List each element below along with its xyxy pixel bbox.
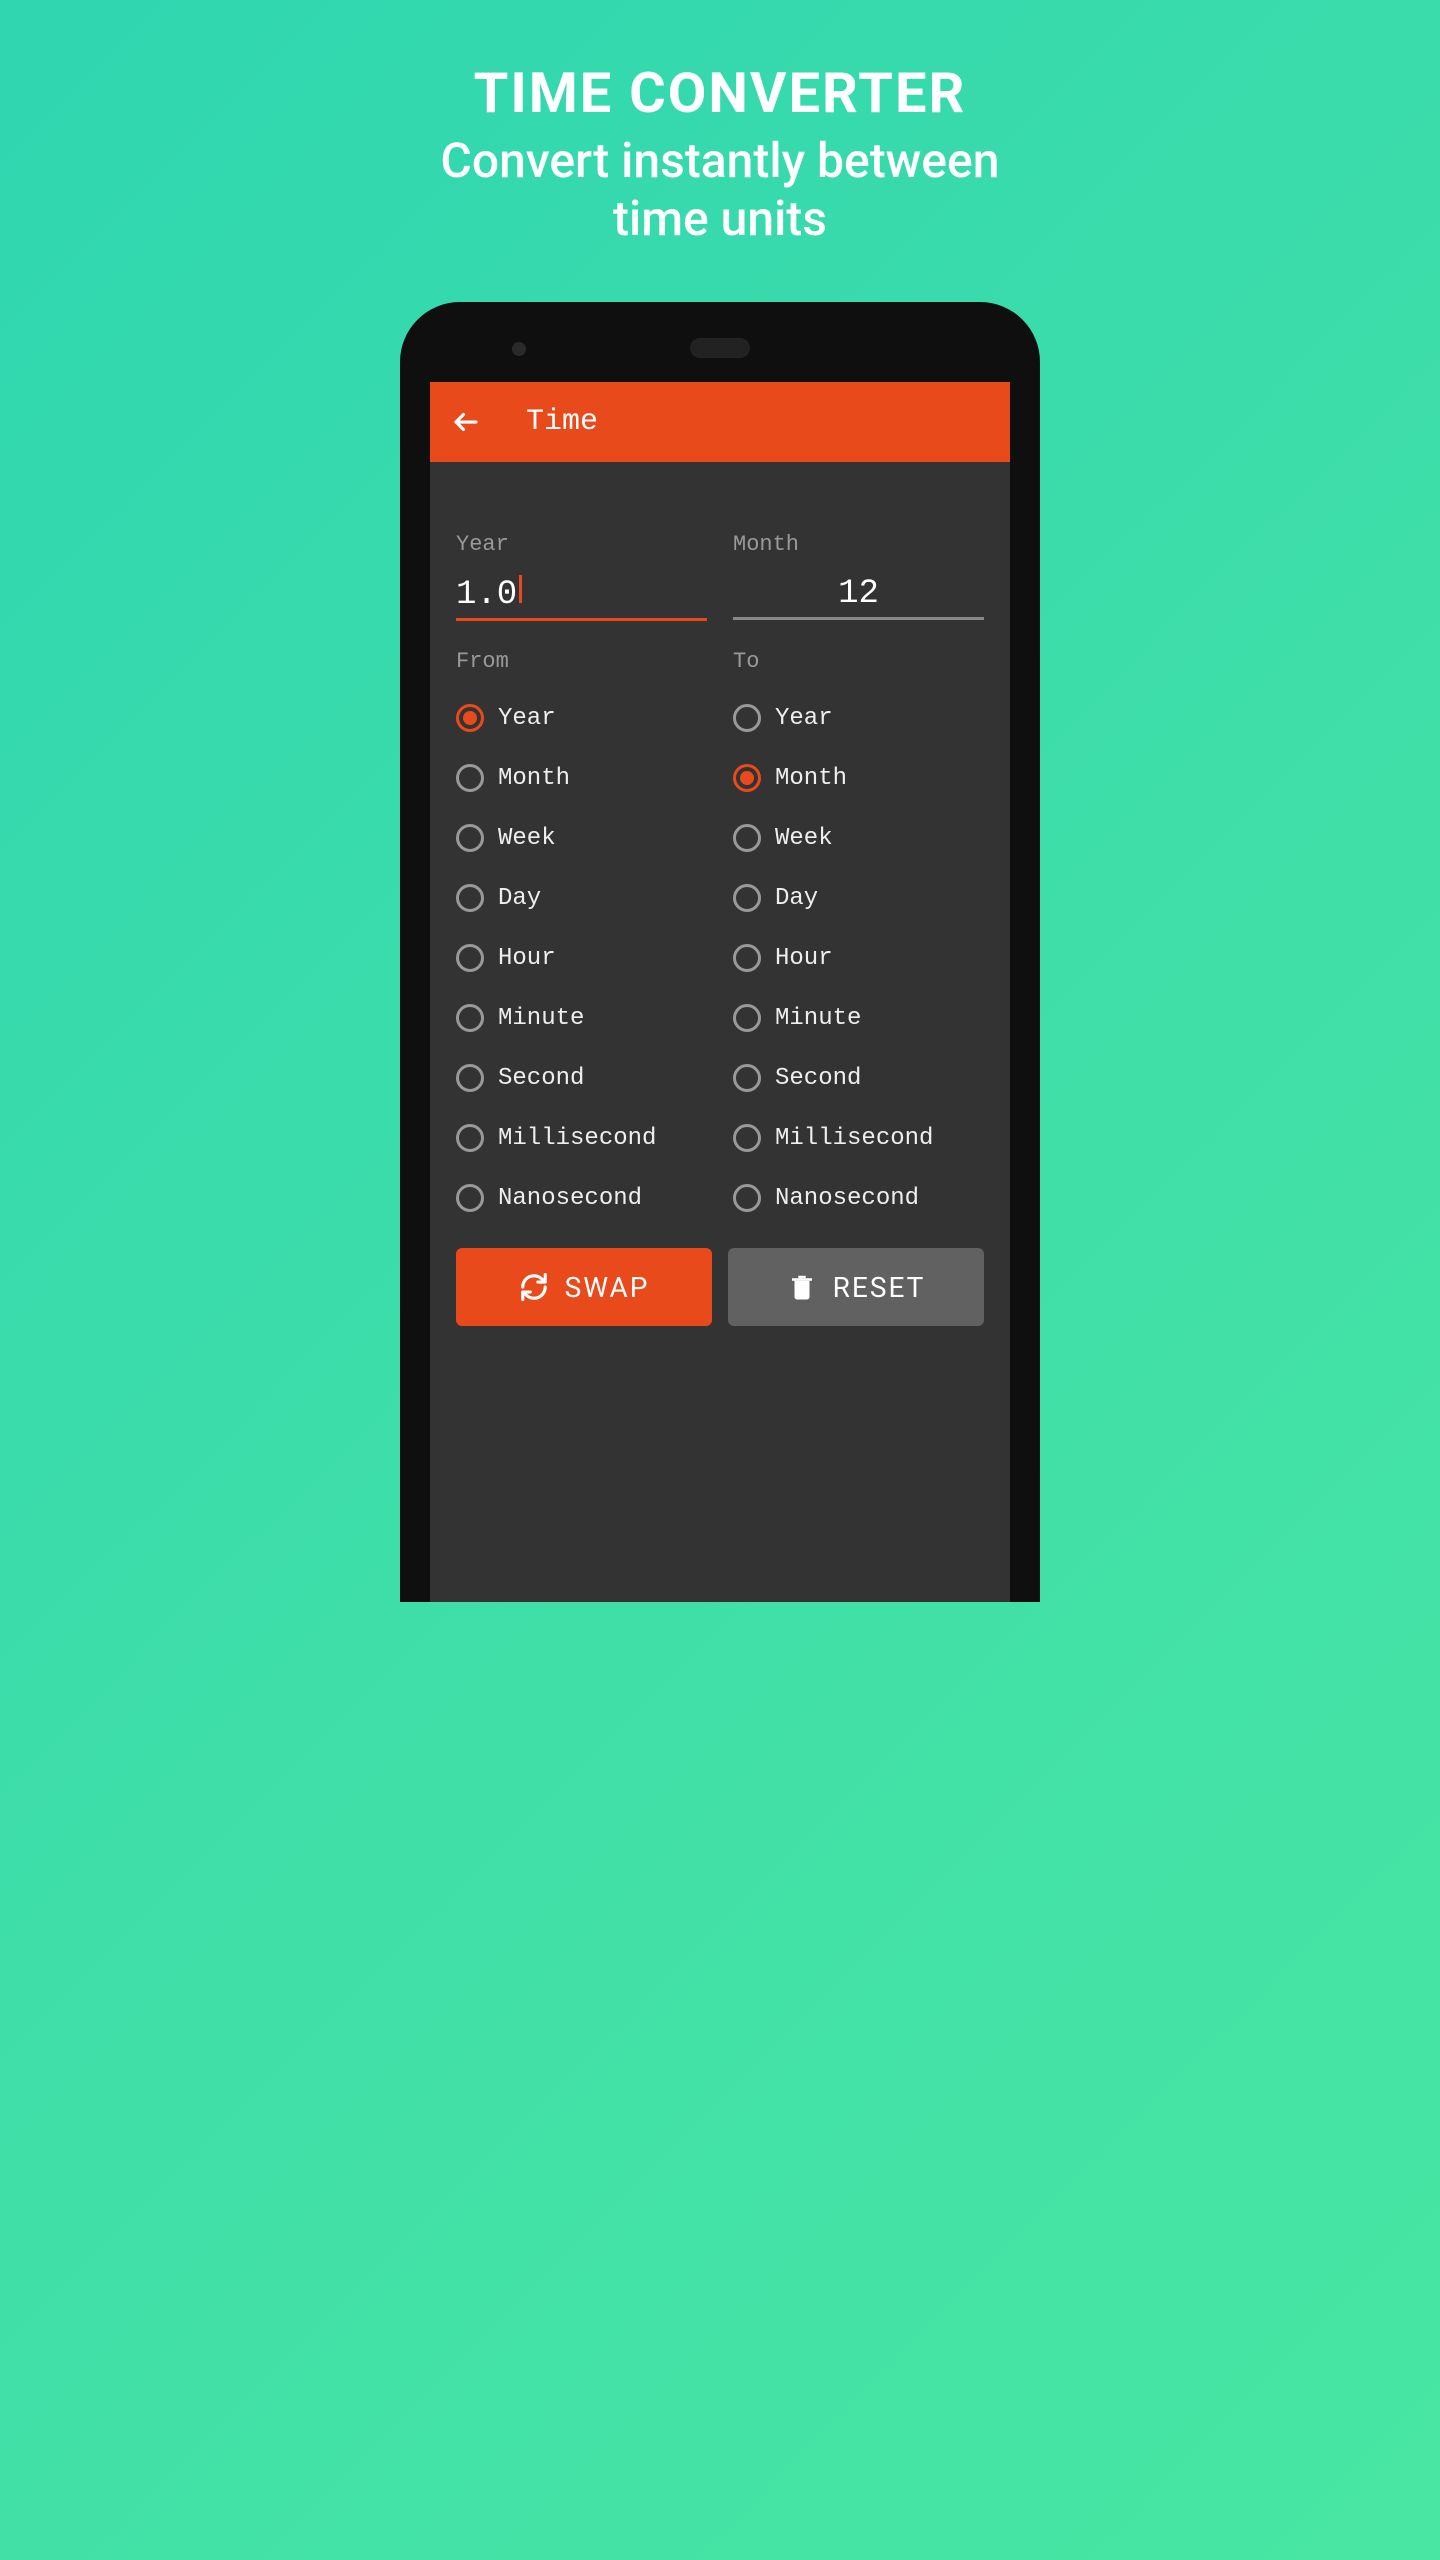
reset-button-label: RESET: [833, 1271, 926, 1304]
app-header: Time: [430, 382, 1010, 462]
radio-icon: [733, 884, 761, 912]
to-radio-list: Year Month Week Day Hour Minute Second Millisec…: [733, 688, 984, 1228]
promo-subtitle: Convert instantly between time units: [441, 132, 1000, 247]
to-field-label: Month: [733, 532, 984, 557]
from-heading: From: [456, 649, 707, 674]
button-row: SWAP RESET: [456, 1248, 984, 1326]
from-column: From Year Month Week Day Hour Minute Second Mil…: [456, 621, 707, 1228]
reset-button[interactable]: RESET: [728, 1248, 984, 1326]
promo-subtitle-line1: Convert instantly between: [441, 132, 1000, 189]
phone-frame: Time Year 1.0 Month 12: [400, 302, 1040, 1602]
from-radio-week[interactable]: Week: [456, 808, 707, 868]
swap-icon: [519, 1272, 549, 1302]
phone-camera: [512, 342, 526, 356]
radio-label: Nanosecond: [498, 1185, 642, 1212]
radio-label: Month: [498, 765, 570, 792]
from-radio-millisecond[interactable]: Millisecond: [456, 1108, 707, 1168]
content-area: Year 1.0 Month 12 From Year Month Week Day H…: [430, 462, 1010, 1346]
from-field-label: Year: [456, 532, 707, 557]
input-row: Year 1.0 Month 12: [456, 532, 984, 621]
phone-speaker: [690, 338, 750, 358]
from-radio-month[interactable]: Month: [456, 748, 707, 808]
radio-icon: [456, 1004, 484, 1032]
to-radio-minute[interactable]: Minute: [733, 988, 984, 1048]
radio-icon: [733, 1124, 761, 1152]
radio-label: Month: [775, 765, 847, 792]
radio-label: Year: [775, 705, 833, 732]
to-radio-month[interactable]: Month: [733, 748, 984, 808]
to-radio-day[interactable]: Day: [733, 868, 984, 928]
promo-subtitle-line2: time units: [613, 190, 827, 247]
arrow-left-icon: [451, 407, 481, 437]
from-field-column: Year 1.0: [456, 532, 707, 621]
back-button[interactable]: [448, 404, 484, 440]
radio-label: Nanosecond: [775, 1185, 919, 1212]
radio-icon: [733, 704, 761, 732]
to-input-value: 12: [733, 575, 984, 613]
radio-icon: [456, 1124, 484, 1152]
radio-label: Week: [775, 825, 833, 852]
radio-label: Hour: [775, 945, 833, 972]
from-input-wrap[interactable]: 1.0: [456, 575, 707, 621]
trash-icon: [787, 1272, 817, 1302]
to-radio-year[interactable]: Year: [733, 688, 984, 748]
radio-icon: [456, 1064, 484, 1092]
radio-label: Second: [498, 1065, 584, 1092]
to-field-column: Month 12: [733, 532, 984, 621]
to-radio-millisecond[interactable]: Millisecond: [733, 1108, 984, 1168]
radio-icon: [733, 764, 761, 792]
to-heading: To: [733, 649, 984, 674]
to-column: To Year Month Week Day Hour Minute Second Milli…: [733, 621, 984, 1228]
from-input-value[interactable]: 1.0: [456, 576, 517, 614]
from-radio-second[interactable]: Second: [456, 1048, 707, 1108]
radio-icon: [456, 824, 484, 852]
radio-icon: [456, 764, 484, 792]
swap-button-label: SWAP: [565, 1271, 650, 1304]
to-radio-second[interactable]: Second: [733, 1048, 984, 1108]
radio-icon: [733, 1004, 761, 1032]
radio-icon: [456, 1184, 484, 1212]
swap-button[interactable]: SWAP: [456, 1248, 712, 1326]
radio-icon: [456, 944, 484, 972]
from-radio-minute[interactable]: Minute: [456, 988, 707, 1048]
radio-icon: [733, 1184, 761, 1212]
radio-label: Minute: [775, 1005, 861, 1032]
to-radio-week[interactable]: Week: [733, 808, 984, 868]
unit-columns: From Year Month Week Day Hour Minute Second Mil…: [456, 621, 984, 1228]
from-radio-year[interactable]: Year: [456, 688, 707, 748]
from-radio-hour[interactable]: Hour: [456, 928, 707, 988]
radio-icon: [456, 884, 484, 912]
radio-icon: [456, 704, 484, 732]
to-radio-nanosecond[interactable]: Nanosecond: [733, 1168, 984, 1228]
radio-label: Second: [775, 1065, 861, 1092]
radio-icon: [733, 1064, 761, 1092]
text-cursor: [519, 575, 522, 603]
radio-label: Millisecond: [498, 1125, 656, 1152]
from-radio-day[interactable]: Day: [456, 868, 707, 928]
radio-icon: [733, 824, 761, 852]
from-radio-list: Year Month Week Day Hour Minute Second Millisec…: [456, 688, 707, 1228]
radio-label: Day: [775, 885, 818, 912]
radio-label: Minute: [498, 1005, 584, 1032]
to-radio-hour[interactable]: Hour: [733, 928, 984, 988]
radio-label: Day: [498, 885, 541, 912]
to-input-wrap[interactable]: 12: [733, 575, 984, 620]
radio-label: Year: [498, 705, 556, 732]
radio-label: Hour: [498, 945, 556, 972]
radio-label: Millisecond: [775, 1125, 933, 1152]
radio-icon: [733, 944, 761, 972]
promo-title: TIME CONVERTER: [474, 60, 967, 126]
header-title: Time: [526, 405, 598, 439]
radio-label: Week: [498, 825, 556, 852]
from-radio-nanosecond[interactable]: Nanosecond: [456, 1168, 707, 1228]
app-screen: Time Year 1.0 Month 12: [430, 382, 1010, 1602]
